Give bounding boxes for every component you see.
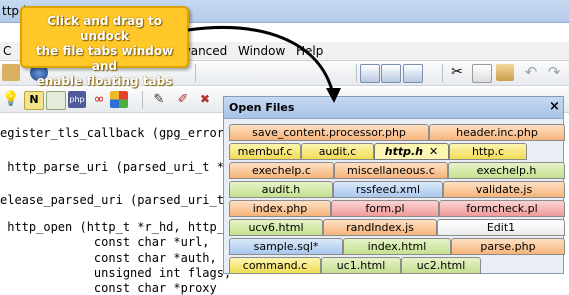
- file-tab-label: ucv6.html: [248, 221, 304, 234]
- file-tab[interactable]: form.pl: [331, 200, 439, 217]
- file-tab-label: http.c: [471, 145, 505, 158]
- code-line: elease_parsed_uri (parsed_uri_t u: [0, 193, 239, 207]
- file-tab[interactable]: ucv6.html: [229, 219, 323, 236]
- code-line: const char *auth,: [0, 251, 217, 265]
- callout-text: Click and drag to undock the file tabs w…: [22, 14, 187, 89]
- file-tab-label: membuf.c: [237, 145, 293, 158]
- file-tab-label: uc2.html: [416, 259, 466, 272]
- file-tab[interactable]: miscellaneous.c: [334, 162, 448, 179]
- undo-icon[interactable]: ↶: [522, 64, 540, 81]
- file-tab[interactable]: exechelp.c: [229, 162, 334, 179]
- windows-icon[interactable]: [110, 91, 128, 108]
- file-tab[interactable]: index.html: [343, 238, 451, 255]
- toolbar-separator: [142, 91, 143, 109]
- file-tab-label: uc1.html: [336, 259, 386, 272]
- code-line: const char *url,: [0, 235, 210, 249]
- close-icon[interactable]: ×: [549, 99, 560, 114]
- toolbar-separator: [356, 64, 357, 82]
- file-tab[interactable]: Edit1: [437, 219, 565, 236]
- chain-icon[interactable]: ∞: [90, 91, 108, 108]
- file-tab[interactable]: index.php: [229, 200, 331, 217]
- file-tab[interactable]: rssfeed.xml: [333, 181, 443, 198]
- file-tab-label: formcheck.pl: [466, 202, 538, 215]
- file-tab-label: exechelp.h: [476, 164, 537, 177]
- file-tab[interactable]: uc2.html: [401, 257, 481, 274]
- edit-icon[interactable]: ✎: [150, 91, 168, 108]
- file-tab-label: validate.js: [475, 183, 533, 196]
- file-tab[interactable]: parse.php: [451, 238, 565, 255]
- callout-line: Click and drag to undock: [46, 14, 163, 43]
- file-tab-label: audit.c: [318, 145, 357, 158]
- file-tab-label: index.html: [367, 240, 427, 253]
- menu-item-window[interactable]: Window: [238, 44, 285, 58]
- callout-line: the file tabs window and: [35, 44, 174, 73]
- file-tab-label: Edit1: [486, 221, 516, 234]
- file-tab[interactable]: validate.js: [443, 181, 565, 198]
- file-tab-label: miscellaneous.c: [347, 164, 435, 177]
- file-tab-label: randIndex.js: [346, 221, 414, 234]
- file-tab-label: sample.sql*: [253, 240, 319, 253]
- file-tab[interactable]: randIndex.js: [323, 219, 437, 236]
- file-tab-label: header.inc.php: [456, 126, 538, 139]
- file-tab[interactable]: header.inc.php: [429, 124, 565, 141]
- n-icon[interactable]: N: [24, 91, 44, 110]
- callout-line: enable floating tabs: [36, 74, 173, 88]
- code-line: const char *proxy: [0, 281, 217, 295]
- open-files-title: Open Files: [229, 101, 295, 114]
- toolbar-separator: [195, 64, 196, 82]
- tile-view-icon[interactable]: [381, 64, 401, 83]
- php-icon[interactable]: php: [68, 91, 86, 108]
- tip-callout: Click and drag to undock the file tabs w…: [20, 6, 189, 88]
- file-tab[interactable]: http.c: [449, 143, 527, 160]
- open-files-window[interactable]: Open Files × save_content.processor.phph…: [223, 96, 565, 274]
- image-icon[interactable]: [46, 91, 66, 110]
- file-tab[interactable]: audit.c: [301, 143, 374, 160]
- code-editor[interactable]: egister_tls_callback (gpg_error_t http_p…: [0, 116, 240, 295]
- file-tab-label: command.c: [242, 259, 308, 272]
- file-tab-label: index.php: [252, 202, 308, 215]
- remove-icon[interactable]: ✖: [196, 91, 214, 108]
- list-view-icon[interactable]: [360, 64, 380, 83]
- redo-icon[interactable]: ↷: [545, 64, 563, 81]
- code-line: http_open (http_t *r_hd, http_re: [0, 220, 239, 234]
- file-tab[interactable]: uc1.html: [321, 257, 401, 274]
- cut-icon[interactable]: ✂: [448, 64, 466, 81]
- code-line: egister_tls_callback (gpg_error_t: [0, 126, 239, 140]
- menu-item-c[interactable]: C: [3, 44, 11, 58]
- paste-icon[interactable]: [496, 64, 514, 81]
- close-icon[interactable]: ✕: [429, 145, 438, 158]
- file-tab-label: exechelp.c: [252, 164, 311, 177]
- file-tab[interactable]: sample.sql*: [229, 238, 343, 255]
- file-tab-label: parse.php: [480, 240, 536, 253]
- bulb-icon[interactable]: 💡: [2, 91, 20, 108]
- file-tab-label: form.pl: [365, 202, 405, 215]
- copy-icon[interactable]: [472, 64, 492, 83]
- code-line: unsigned int flags,: [0, 266, 232, 280]
- menu-item-help[interactable]: Help: [296, 44, 323, 58]
- file-tab-label: rssfeed.xml: [355, 183, 421, 196]
- toolbar-separator: [442, 64, 443, 82]
- file-tab-label: save_content.processor.php: [252, 126, 406, 139]
- detail-view-icon[interactable]: [403, 64, 423, 83]
- file-tab[interactable]: audit.h: [229, 181, 333, 198]
- file-tab[interactable]: http.h ✕: [374, 143, 449, 160]
- code-line: http_parse_uri (parsed_uri_t *re: [0, 160, 239, 174]
- file-tab-label: audit.h: [261, 183, 301, 196]
- open-files-header[interactable]: Open Files ×: [224, 97, 563, 119]
- file-tab[interactable]: save_content.processor.php: [229, 124, 429, 141]
- notepad-icon[interactable]: [2, 64, 20, 81]
- erase-icon[interactable]: ✐: [174, 91, 192, 108]
- file-tab[interactable]: formcheck.pl: [439, 200, 565, 217]
- file-tab[interactable]: membuf.c: [229, 143, 301, 160]
- file-tab-label: http.h: [384, 145, 423, 158]
- file-tab[interactable]: exechelp.h: [448, 162, 565, 179]
- file-tab[interactable]: command.c: [229, 257, 321, 274]
